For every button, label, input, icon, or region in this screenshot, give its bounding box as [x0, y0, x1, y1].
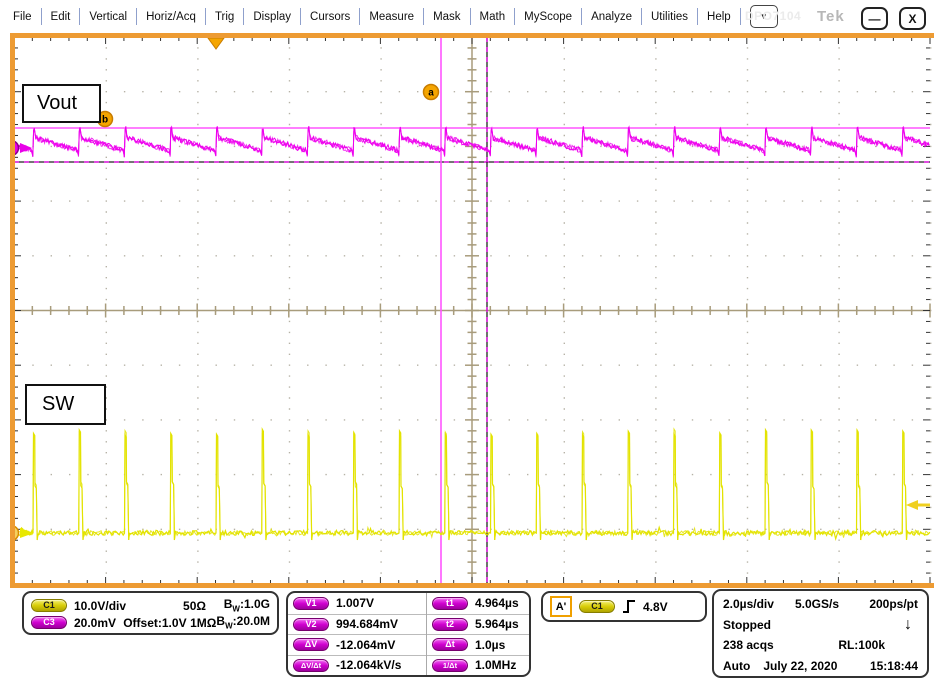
channel1-bandwidth: BW:1.0G: [206, 597, 270, 613]
voltage-cursor-badge-1[interactable]: V2: [293, 618, 329, 631]
menu-item-trig[interactable]: Trig: [206, 8, 244, 25]
vout-annotation-label: Vout: [22, 84, 101, 123]
voltage-cursor-row-1: V2 994.684mV: [288, 614, 426, 635]
time-cursor-value-0: 4.964µs: [475, 596, 519, 610]
channel3-bandwidth: BW:20.0M: [216, 614, 270, 630]
trigger-level-arrow-icon[interactable]: [906, 500, 918, 510]
voltage-cursor-row-2: ΔV -12.064mV: [288, 634, 426, 655]
waveform-display: ab31 Vout SW: [10, 33, 934, 588]
time-cursor-badge-2[interactable]: Δt: [432, 638, 468, 651]
voltage-cursor-badge-2[interactable]: ΔV: [293, 638, 329, 651]
menu-item-horizacq[interactable]: Horiz/Acq: [137, 8, 206, 25]
sw-annotation-label: SW: [25, 384, 106, 425]
time-cursor-badge-1[interactable]: t2: [432, 618, 468, 631]
date-value: July 22, 2020: [763, 659, 837, 673]
channel-readout-box[interactable]: C1 10.0V/div 50Ω BW:1.0G C3 20.0mV Offse…: [22, 591, 279, 635]
trigger-holdoff-label: A': [550, 596, 572, 617]
voltage-cursor-value-0: 1.007V: [336, 596, 374, 610]
menu-item-utilities[interactable]: Utilities: [642, 8, 698, 25]
trigger-mode-value: Auto: [723, 659, 750, 673]
menu-item-measure[interactable]: Measure: [360, 8, 424, 25]
resolution-value: 200ps/pt: [869, 597, 918, 611]
rising-edge-icon: [622, 598, 636, 615]
time-cursor-row-0: t1 4.964µs: [427, 593, 529, 614]
menu-item-math[interactable]: Math: [471, 8, 516, 25]
record-length-value: RL:100k: [838, 638, 885, 652]
time-cursor-row-2: Δt 1.0µs: [427, 634, 529, 655]
menu-item-display[interactable]: Display: [244, 8, 301, 25]
trigger-level-value: 4.8V: [643, 600, 668, 614]
voltage-cursor-badge-0[interactable]: V1: [293, 597, 329, 610]
channel3-readout: C3 20.0mV Offset:1.0V 1MΩ BW:20.0M: [31, 614, 270, 631]
menu-item-analyze[interactable]: Analyze: [582, 8, 642, 25]
menu-item-file[interactable]: File: [4, 8, 42, 25]
time-cursor-row-1: t2 5.964µs: [427, 614, 529, 635]
sample-mode-icon: ↓: [904, 618, 912, 632]
trigger-position-marker[interactable]: [208, 38, 224, 49]
menu-item-mask[interactable]: Mask: [424, 8, 470, 25]
channel3-badge[interactable]: C3: [31, 616, 67, 629]
minimize-button[interactable]: —: [861, 7, 888, 30]
time-cursor-value-2: 1.0µs: [475, 638, 505, 652]
acquisition-count: 238 acqs: [723, 638, 774, 652]
trigger-readout-box[interactable]: A' C1 4.8V: [541, 591, 707, 622]
channel1-termination: 50Ω: [166, 599, 206, 613]
sample-rate-value: 5.0GS/s: [795, 597, 865, 611]
channel1-readout: C1 10.0V/div 50Ω BW:1.0G: [31, 597, 270, 614]
menu-item-edit[interactable]: Edit: [42, 8, 81, 25]
voltage-cursor-readouts: V1 1.007V V2 994.684mV ΔV -12.064mV ΔV/Δt -12.0…: [288, 593, 427, 675]
channel3-termination: 1MΩ: [187, 616, 217, 630]
channel3-scale: 20.0mV: [74, 616, 123, 630]
channel3-offset: Offset:1.0V: [123, 616, 186, 630]
time-cursor-readouts: t1 4.964µs t2 5.964µs Δt 1.0µs 1/Δt 1.0MHz: [427, 593, 529, 675]
trigger-source-badge[interactable]: C1: [579, 600, 615, 613]
voltage-cursor-row-0: V1 1.007V: [288, 593, 426, 614]
acquisition-readout-box[interactable]: 2.0µs/div 5.0GS/s 200ps/pt Stopped ↓ 238…: [712, 589, 929, 678]
menu-item-cursors[interactable]: Cursors: [301, 8, 360, 25]
timebase-value: 2.0µs/div: [723, 597, 795, 611]
time-cursor-value-3: 1.0MHz: [475, 658, 516, 672]
voltage-cursor-value-1: 994.684mV: [336, 617, 398, 631]
time-value: 15:18:44: [870, 659, 918, 673]
svg-text:b: b: [102, 115, 108, 126]
time-cursor-badge-0[interactable]: t1: [432, 597, 468, 610]
acquisition-status: Stopped: [723, 618, 771, 632]
channel1-scale: 10.0V/div: [74, 599, 140, 613]
menu-item-vertical[interactable]: Vertical: [80, 8, 137, 25]
cursor-readout-box[interactable]: V1 1.007V V2 994.684mV ΔV -12.064mV ΔV/Δt -12.0…: [286, 591, 531, 677]
menu-item-help[interactable]: Help: [698, 8, 741, 25]
svg-text:a: a: [428, 88, 434, 99]
voltage-cursor-value-3: -12.064kV/s: [336, 658, 401, 672]
tek-logo: Tek: [817, 8, 845, 25]
oscilloscope-app: { "menu": { "items": ["File","Edit","Ver…: [0, 0, 937, 679]
time-cursor-row-3: 1/Δt 1.0MHz: [427, 655, 529, 676]
model-number-text: DPO7104: [745, 9, 801, 23]
voltage-cursor-value-2: -12.064mV: [336, 638, 395, 652]
time-cursor-badge-3[interactable]: 1/Δt: [432, 659, 468, 672]
voltage-cursor-badge-3[interactable]: ΔV/Δt: [293, 659, 329, 672]
time-cursor-value-1: 5.964µs: [475, 617, 519, 631]
voltage-cursor-row-3: ΔV/Δt -12.064kV/s: [288, 655, 426, 676]
channel1-badge[interactable]: C1: [31, 599, 67, 612]
close-button[interactable]: X: [899, 7, 926, 30]
menu-item-myscope[interactable]: MyScope: [515, 8, 582, 25]
